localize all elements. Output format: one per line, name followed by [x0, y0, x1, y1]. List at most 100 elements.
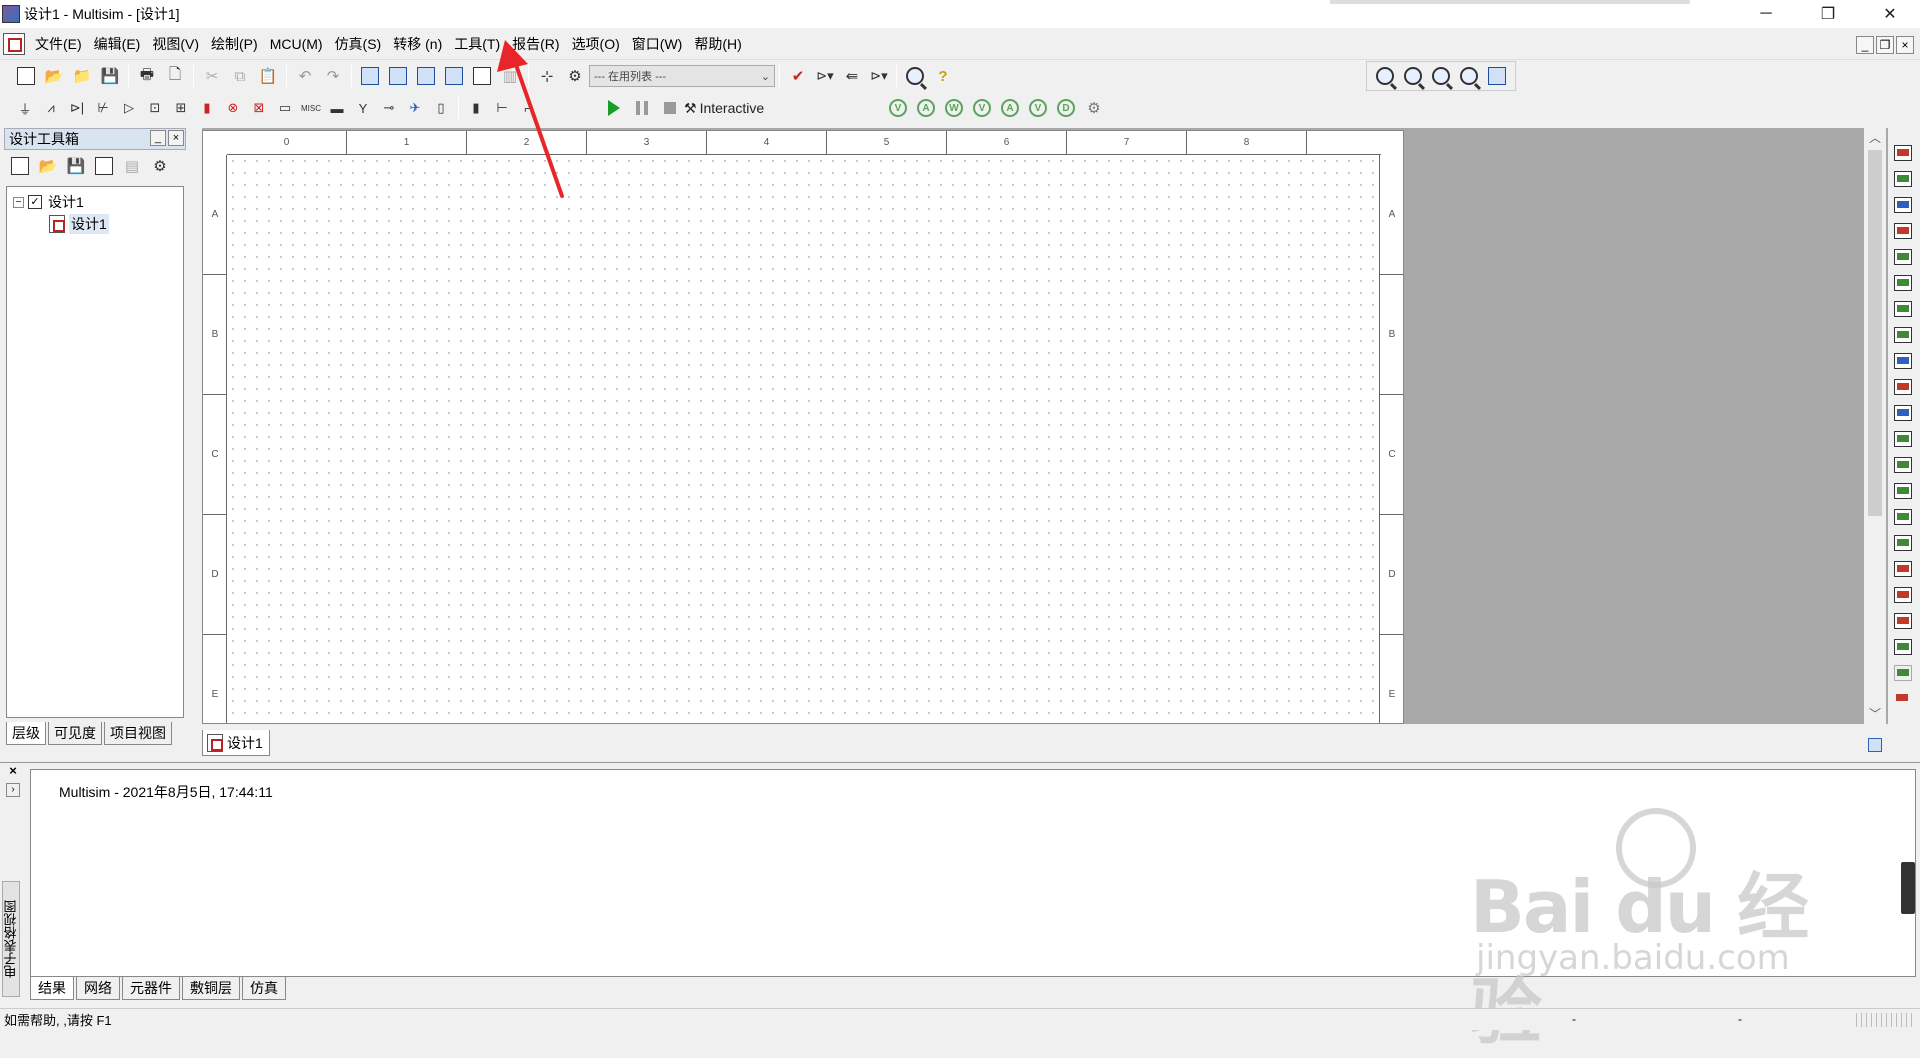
menu-help[interactable]: 帮助(H)	[688, 28, 747, 60]
tab-design1[interactable]: 设计1	[202, 730, 270, 756]
menu-tools[interactable]: 工具(T)	[448, 28, 506, 60]
tree-node-root[interactable]: − ✓ 设计1	[13, 191, 177, 213]
misc-digital-icon[interactable]: ▮	[196, 96, 218, 120]
wattmeter-icon[interactable]	[1894, 197, 1912, 213]
tree-node-child[interactable]: 设计1	[13, 213, 177, 235]
stop-simulation-button[interactable]	[658, 96, 682, 120]
print-icon[interactable]: 🖶	[135, 64, 159, 88]
pause-simulation-button[interactable]	[630, 96, 654, 120]
mixed-icon[interactable]: ⊗	[222, 96, 244, 120]
open-design-icon[interactable]: 📂	[36, 154, 60, 178]
menu-simulate[interactable]: 仿真(S)	[329, 28, 388, 60]
interactive-mode-button[interactable]: ⚒ Interactive	[684, 100, 764, 117]
checkbox-icon[interactable]: ✓	[28, 195, 42, 209]
four-channel-oscilloscope-icon[interactable]	[1894, 249, 1912, 265]
network-analyzer-icon[interactable]	[1894, 483, 1912, 499]
resize-handle[interactable]	[1901, 862, 1915, 914]
scroll-down-icon[interactable]: ﹀	[1864, 704, 1886, 724]
differential-probe-icon[interactable]: V	[970, 96, 994, 120]
menu-file[interactable]: 文件(E)	[29, 28, 88, 60]
menu-place[interactable]: 绘制(P)	[205, 28, 264, 60]
transistor-icon[interactable]: ⊬	[92, 96, 114, 120]
digital-probe-icon[interactable]: D	[1054, 96, 1078, 120]
frequency-counter-icon[interactable]	[1894, 301, 1912, 317]
basic-icon[interactable]: ⩘	[40, 96, 62, 120]
logic-analyzer-icon[interactable]	[1894, 379, 1912, 395]
probe-instrument-icon[interactable]	[1894, 691, 1912, 707]
new-file-icon[interactable]	[14, 64, 38, 88]
mdi-minimize-button[interactable]: _	[1856, 36, 1874, 54]
power-probe-icon[interactable]: W	[942, 96, 966, 120]
help-icon[interactable]: ?	[931, 64, 955, 88]
minimize-button[interactable]: ─	[1738, 0, 1794, 28]
tab-copper-layers[interactable]: 敷铜层	[182, 977, 240, 1000]
grapher-icon[interactable]	[442, 64, 466, 88]
bus-icon[interactable]: ⊢	[491, 96, 513, 120]
erc-check-icon[interactable]: ✔	[786, 64, 810, 88]
postprocessor-icon[interactable]	[470, 64, 494, 88]
reference-probe-icon[interactable]: V	[1026, 96, 1050, 120]
document-icon[interactable]	[3, 32, 25, 55]
new-design-icon[interactable]	[8, 154, 32, 178]
agilent-generator-icon[interactable]	[1894, 509, 1912, 525]
misc-icon[interactable]: MISC	[300, 96, 322, 120]
save-icon[interactable]: 💾	[98, 64, 122, 88]
forward-annotate-icon[interactable]: ⊳▾	[868, 64, 890, 88]
hierarchical-block-icon[interactable]: ▮	[465, 96, 487, 120]
panel-close-button[interactable]: ×	[168, 130, 184, 146]
logic-converter-icon[interactable]	[1894, 353, 1912, 369]
source-icon[interactable]: ⏚	[14, 96, 36, 120]
mdi-close-button[interactable]: ×	[1896, 36, 1914, 54]
tab-simulation[interactable]: 仿真	[242, 977, 286, 1000]
copy-icon[interactable]: ⧉	[228, 64, 252, 88]
function-generator-icon[interactable]	[1894, 171, 1912, 187]
indicator-icon[interactable]: ⊠	[248, 96, 270, 120]
save-design-icon[interactable]: 💾	[64, 154, 88, 178]
analog-icon[interactable]: ▷	[118, 96, 140, 120]
collapse-icon[interactable]: −	[13, 196, 24, 208]
cmos-icon[interactable]: ⊞	[170, 96, 192, 120]
in-use-list-select[interactable]: --- 在用列表 --- ⌄	[589, 65, 775, 87]
tab-project-view[interactable]: 项目视图	[104, 722, 172, 745]
tektronix-oscilloscope-icon[interactable]	[1894, 587, 1912, 603]
current-voltage-probe-icon[interactable]: A	[998, 96, 1022, 120]
open-sample-icon[interactable]: 📁	[70, 64, 94, 88]
open-folder-icon[interactable]: 📂	[42, 64, 66, 88]
menu-reports[interactable]: 报告(R)	[506, 28, 565, 60]
mcu-icon[interactable]: ▯	[430, 96, 452, 120]
place-component-icon[interactable]: ⊹	[535, 64, 559, 88]
scroll-thumb[interactable]	[1868, 150, 1882, 516]
zoom-fit-icon[interactable]	[1457, 64, 1481, 88]
schematic-sheet[interactable]: 0 1 2 3 4 5 6 7 8 A B C D E A B C D E	[202, 130, 1404, 724]
print-preview-icon[interactable]: 🗋	[163, 64, 187, 88]
database-manager-icon[interactable]	[414, 64, 438, 88]
menu-transfer[interactable]: 转移 (n)	[387, 28, 448, 60]
expand-icon[interactable]: ›	[6, 783, 20, 797]
power-component-icon[interactable]: ▭	[274, 96, 296, 120]
current-probe-icon[interactable]: A	[914, 96, 938, 120]
full-screen-icon[interactable]	[1485, 64, 1509, 88]
undo-icon[interactable]: ↶	[293, 64, 317, 88]
zoom-out-icon[interactable]	[1401, 64, 1425, 88]
multimeter-icon[interactable]	[1894, 145, 1912, 161]
close-design-icon[interactable]	[92, 154, 116, 178]
advanced-peripherals-icon[interactable]: ▬	[326, 96, 348, 120]
ni-elvismx-icon[interactable]	[1894, 639, 1912, 655]
restore-button[interactable]: ❐	[1800, 0, 1856, 28]
agilent-oscilloscope-icon[interactable]	[1894, 561, 1912, 577]
spectrum-analyzer-icon[interactable]	[1894, 457, 1912, 473]
ttl-icon[interactable]: ⊡	[144, 96, 166, 120]
tab-results[interactable]: 结果	[30, 977, 74, 1000]
menu-mcu[interactable]: MCU(M)	[264, 28, 329, 60]
delete-design-icon[interactable]: ▤	[120, 154, 144, 178]
run-simulation-button[interactable]	[602, 96, 626, 120]
labview-instrument-icon[interactable]	[1894, 613, 1912, 629]
probe-settings-icon[interactable]: ⚙	[1082, 96, 1106, 120]
paste-icon[interactable]: 📋	[256, 64, 280, 88]
mdi-restore-button[interactable]: ❐	[1876, 36, 1894, 54]
menu-edit[interactable]: 编辑(E)	[88, 28, 147, 60]
agilent-multimeter-icon[interactable]	[1894, 535, 1912, 551]
oscilloscope-icon[interactable]	[1894, 223, 1912, 239]
tab-visibility[interactable]: 可见度	[48, 722, 102, 745]
menu-window[interactable]: 窗口(W)	[626, 28, 689, 60]
